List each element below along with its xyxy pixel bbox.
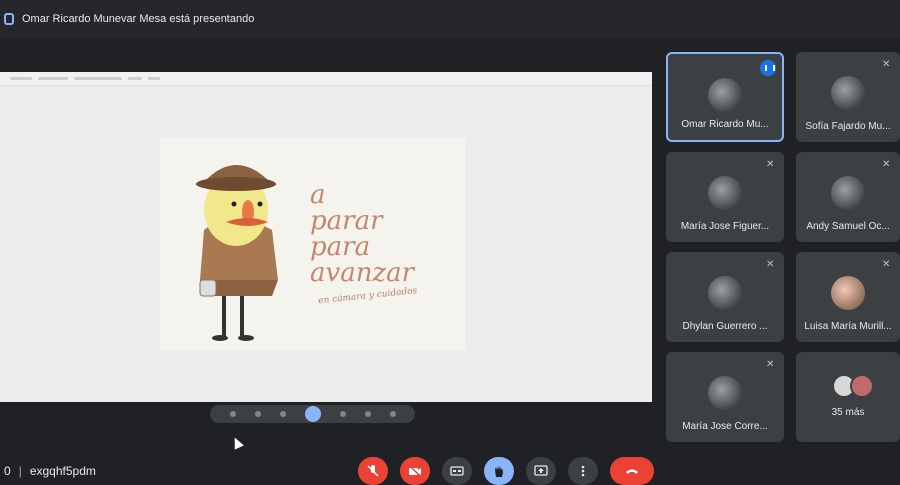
participant-tile[interactable]: ✕ Andy Samuel Oc... [796, 152, 900, 242]
slide-dot-icon[interactable] [254, 411, 261, 417]
presenting-banner: Omar Ricardo Munevar Mesa está presentan… [0, 0, 900, 38]
more-participants-tile[interactable]: 35 más [796, 352, 900, 442]
participant-tile[interactable]: ✕ María Jose Corre... [666, 352, 784, 442]
mic-off-icon: ✕ [766, 359, 775, 370]
camera-toggle-button[interactable] [400, 457, 430, 485]
raise-hand-icon [495, 466, 503, 477]
mouse-cursor-icon [230, 435, 244, 450]
raise-hand-button[interactable] [484, 457, 514, 485]
captions-button[interactable] [442, 457, 472, 485]
participant-tile[interactable]: ✕ María Jose Figuer... [666, 152, 784, 242]
shared-browser-tabbar [0, 72, 652, 86]
shared-screen[interactable]: a parar para avanzar en cámara y cuidado… [0, 72, 652, 402]
meeting-code-text: exgqhf5pdm [29, 464, 96, 478]
avatar [831, 176, 865, 210]
call-end-icon [626, 469, 638, 474]
participant-name: Dhylan Guerrero ... [682, 321, 768, 332]
meeting-time-fragment: 0 [4, 464, 11, 478]
slideshow-mini-toolbar[interactable] [210, 405, 415, 423]
participant-name: Omar Ricardo Mu... [681, 119, 769, 130]
participant-name: Andy Samuel Oc... [806, 221, 890, 232]
participant-name: María Jose Corre... [682, 421, 768, 432]
mic-off-icon: ✕ [766, 159, 775, 170]
mic-off-icon: ✕ [882, 59, 891, 70]
next-slide-icon[interactable] [389, 411, 396, 417]
current-slide-indicator[interactable] [304, 406, 321, 422]
avatar [708, 78, 742, 112]
slide-dot-icon[interactable] [339, 411, 346, 417]
present-now-button[interactable] [526, 457, 556, 485]
more-participants-label: 35 más [831, 407, 865, 418]
slide-dot-icon[interactable] [364, 411, 371, 417]
more-options-button[interactable] [568, 457, 598, 485]
slide-character-illustration [196, 165, 278, 341]
mic-off-icon: ✕ [882, 159, 891, 170]
slide-title-line-2: parar [310, 206, 383, 236]
mic-off-icon: ✕ [882, 259, 891, 270]
meet-window: Omar Ricardo Munevar Mesa está presentan… [0, 0, 900, 485]
avatar [831, 76, 865, 110]
slide-title-line-4: avanzar [310, 258, 415, 288]
presentation-slide: a parar para avanzar en cámara y cuidado… [160, 138, 465, 350]
presenting-text: Omar Ricardo Munevar Mesa está presentan… [22, 13, 255, 25]
prev-slide-icon[interactable] [229, 411, 236, 417]
avatar [850, 374, 874, 398]
avatar [708, 176, 742, 210]
videocam-off-icon [408, 464, 422, 478]
divider: | [18, 464, 22, 478]
participant-name: Luisa María Murill... [804, 321, 892, 332]
slide-title-line-3: para [310, 232, 371, 262]
slide-title: a parar para avanzar en cámara y cuidado… [310, 180, 460, 306]
avatar [831, 276, 865, 310]
present-to-all-icon [4, 13, 14, 25]
slide-title-line-1: a [310, 180, 326, 210]
mic-off-icon [367, 465, 379, 477]
leave-call-button[interactable] [610, 457, 654, 485]
participant-tile[interactable]: ✕ Sofía Fajardo Mu... [796, 52, 900, 142]
participant-name: María Jose Figuer... [680, 221, 770, 232]
mic-toggle-button[interactable] [358, 457, 388, 485]
more-participants-avatars [832, 374, 878, 398]
avatar [708, 276, 742, 310]
participant-tile[interactable]: ✕ Dhylan Guerrero ... [666, 252, 784, 342]
speaking-indicator-icon [760, 60, 776, 76]
participant-tile[interactable]: Omar Ricardo Mu... [666, 52, 784, 142]
present-screen-icon [534, 465, 548, 476]
participant-tile[interactable]: ✕ Luisa María Murill... [796, 252, 900, 342]
closed-captions-icon [450, 466, 464, 476]
avatar [708, 376, 742, 410]
more-vert-icon [581, 465, 585, 477]
meeting-code: 0 | exgqhf5pdm [4, 464, 96, 478]
mic-off-icon: ✕ [766, 259, 775, 270]
slide-dot-icon[interactable] [279, 411, 286, 417]
participant-name: Sofía Fajardo Mu... [805, 121, 891, 132]
